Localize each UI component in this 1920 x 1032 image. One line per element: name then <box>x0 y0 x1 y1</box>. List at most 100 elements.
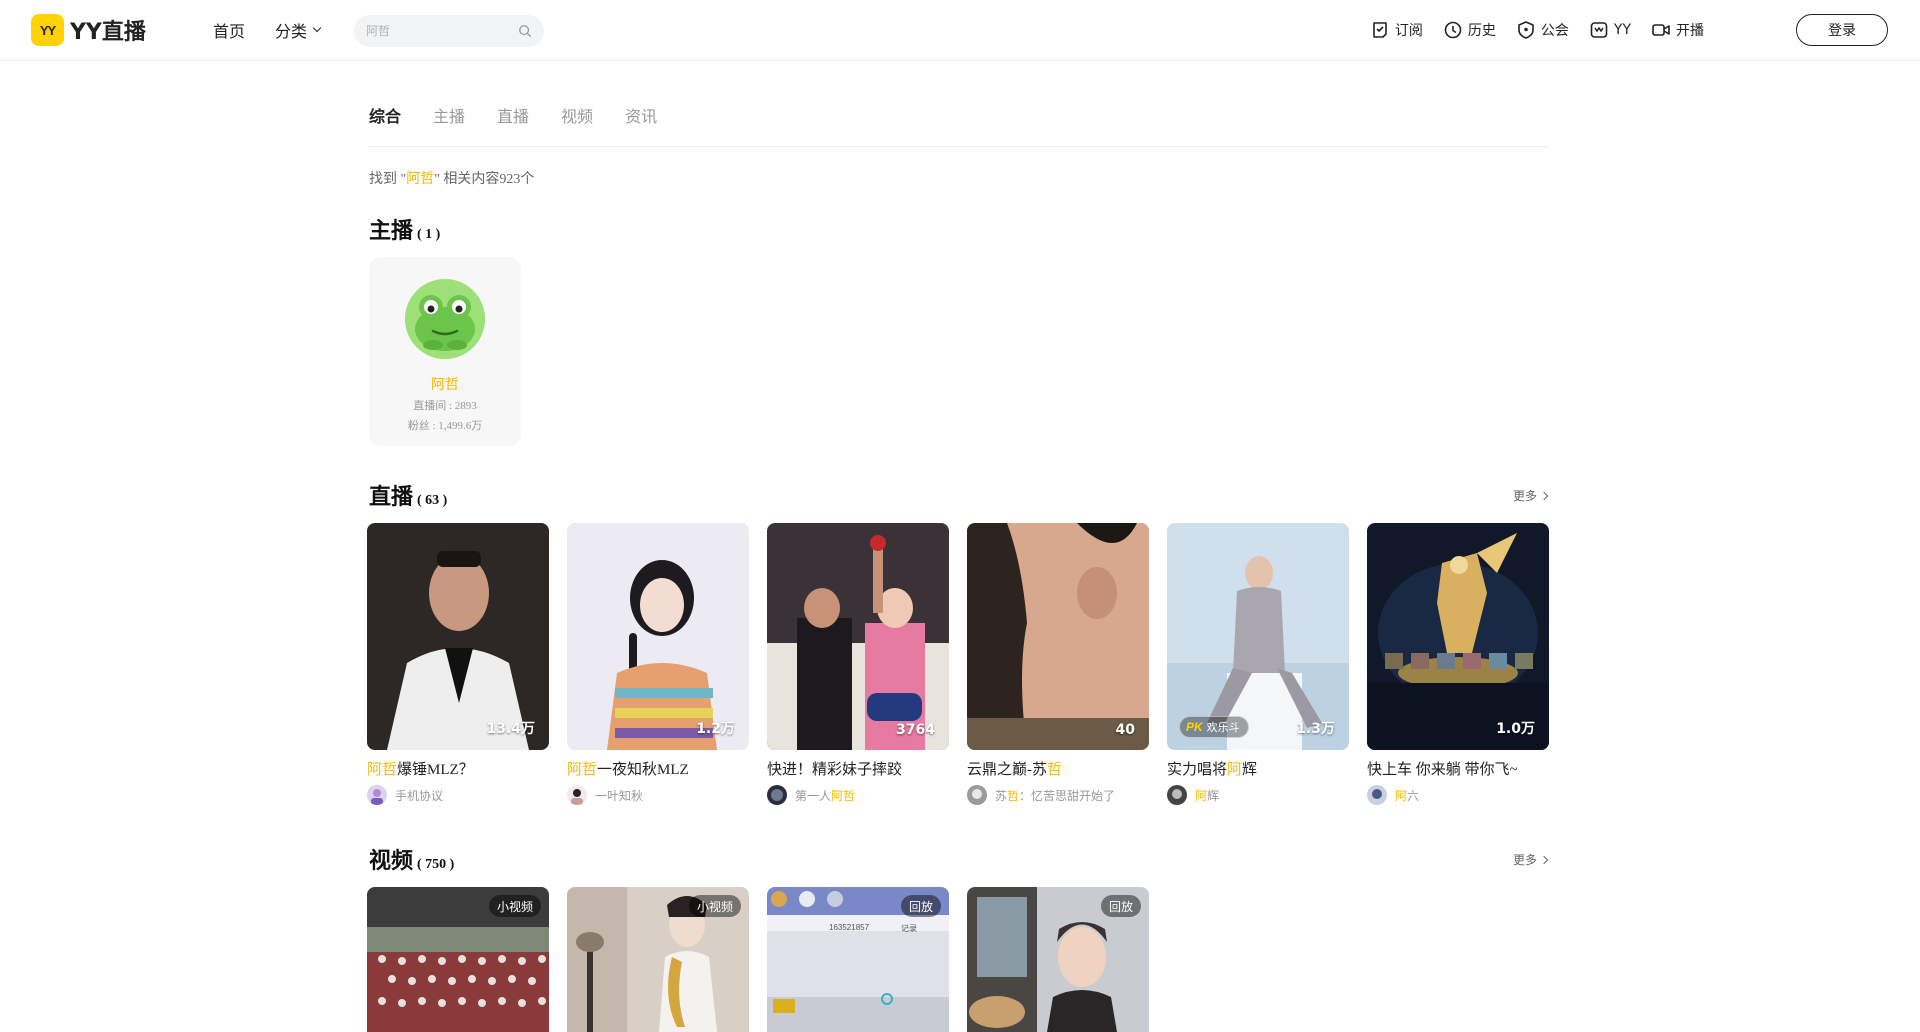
anchor-room: 直播间 : 2893 <box>413 400 477 412</box>
video-card[interactable]: 163521857 记录 回放 <box>767 887 949 1032</box>
chevron-down-icon <box>312 23 322 33</box>
live-card[interactable]: 40 云鼎之巅-苏哲 苏哲：忆苦思甜开始了 <box>967 523 1149 805</box>
camera-icon <box>1652 24 1670 36</box>
anchor-name-highlight: 哲 <box>1007 788 1020 803</box>
clock-icon <box>1444 21 1462 39</box>
live-card[interactable]: PK 欢乐斗 1.3万 实力唱将阿辉 阿辉 <box>1167 523 1349 805</box>
live-title: 快上车 你来躺 带你飞~ <box>1367 758 1549 779</box>
video-more-link[interactable]: 更多 <box>1512 851 1549 868</box>
history-link[interactable]: 历史 <box>1443 20 1496 40</box>
pk-badge: PK 欢乐斗 <box>1179 716 1249 738</box>
result-prefix: 找到 " <box>369 172 407 187</box>
anchor-name: 阿辉 <box>1195 787 1219 804</box>
shield-icon <box>1518 21 1534 39</box>
login-button[interactable]: 登录 <box>1796 14 1888 46</box>
live-anchor: 第一人阿哲 <box>767 785 949 805</box>
live-anchor: 阿六 <box>1367 785 1549 805</box>
live-thumbnail: 40 <box>967 523 1149 750</box>
anchor-card[interactable]: 阿哲 直播间 : 2893 粉丝 : 1,499.6万 <box>369 257 521 446</box>
anchor-name: 手机协议 <box>395 788 444 803</box>
anchors-count: ( 1 ) <box>417 227 441 242</box>
live-title-text: 直播 <box>369 485 414 510</box>
live-card[interactable]: 3764 快进！精彩妹子摔跤 第一人阿哲 <box>767 523 949 805</box>
nav-home[interactable]: 首页 <box>213 18 245 42</box>
tab-news[interactable]: 资讯 <box>625 103 657 127</box>
subscribe-link[interactable]: 订阅 <box>1370 20 1423 40</box>
avatar <box>567 785 587 805</box>
video-card[interactable]: 小视频 <box>367 887 549 1032</box>
yy-app-icon <box>1590 22 1608 38</box>
yy-label: YY <box>1613 22 1631 38</box>
live-more-link[interactable]: 更多 <box>1513 487 1549 504</box>
live-thumbnail: 3764 <box>767 523 949 750</box>
anchors-section-title: 主播( 1 ) <box>369 213 440 245</box>
live-thumbnail: PK 欢乐斗 1.3万 <box>1167 523 1349 750</box>
title-text: 辉 <box>1242 762 1258 778</box>
live-title: 阿哲爆锤MLZ？ <box>367 758 549 779</box>
title-text: 实力唱将 <box>1167 762 1228 778</box>
yy-logo[interactable]: YY YY直播 <box>31 14 146 46</box>
tab-videos[interactable]: 视频 <box>561 103 593 127</box>
tab-anchors[interactable]: 主播 <box>433 103 465 127</box>
avatar <box>767 785 787 805</box>
avatar <box>1367 785 1387 805</box>
live-anchor: 苏哲：忆苦思甜开始了 <box>967 785 1149 805</box>
video-tag: 小视频 <box>688 895 741 917</box>
anchor-name-text: 六 <box>1407 788 1420 803</box>
video-tag: 回放 <box>900 895 941 917</box>
video-overlay-note: 记录 <box>901 924 917 933</box>
live-card[interactable]: 13.4万 阿哲爆锤MLZ？ 手机协议 <box>367 523 549 805</box>
live-title: 实力唱将阿辉 <box>1167 758 1349 779</box>
anchor-name-text: 苏 <box>995 788 1008 803</box>
title-text: 快上车 你来躺 带你飞~ <box>1367 762 1518 778</box>
result-summary: 找到 "阿哲" 相关内容923个 <box>369 168 534 188</box>
anchor-name-highlight: 阿 <box>1395 788 1408 803</box>
anchor-name-highlight: 阿哲 <box>831 788 856 803</box>
chevron-right-icon <box>1539 491 1549 500</box>
live-count: ( 63 ) <box>417 493 448 508</box>
tab-live[interactable]: 直播 <box>497 103 529 127</box>
title-text: 快进！精彩妹子摔跤 <box>767 762 903 778</box>
title-highlight: 阿哲 <box>367 762 398 778</box>
video-overlay-id: 163521857 <box>829 923 870 932</box>
top-header: YY YY直播 首页 分类 订阅 历史 公会 YY <box>0 0 1920 61</box>
tab-all[interactable]: 综合 <box>369 103 401 127</box>
result-keyword: 阿哲 <box>406 172 435 187</box>
video-card[interactable]: 回放 <box>967 887 1149 1032</box>
guild-label: 公会 <box>1540 23 1569 39</box>
anchor-fans: 粉丝 : 1,499.6万 <box>407 420 483 432</box>
video-card[interactable]: 小视频 <box>567 887 749 1032</box>
live-card[interactable]: 1.0万 快上车 你来躺 带你飞~ 阿六 <box>1367 523 1549 805</box>
live-thumbnail: 13.4万 <box>367 523 549 750</box>
live-anchor: 阿辉 <box>1167 785 1349 805</box>
title-text: 一夜知秋MLZ <box>597 762 689 778</box>
guild-link[interactable]: 公会 <box>1516 20 1569 40</box>
broadcast-link[interactable]: 开播 <box>1651 20 1704 40</box>
history-label: 历史 <box>1467 23 1496 39</box>
logo-text: YY直播 <box>70 20 146 45</box>
anchor-name-text: 辉 <box>1207 788 1220 803</box>
live-thumbnail: 1.0万 <box>1367 523 1549 750</box>
subscribe-icon <box>1373 22 1387 38</box>
nav-category[interactable]: 分类 <box>275 18 322 42</box>
tabs-divider <box>369 146 1549 147</box>
live-card[interactable]: 1.2万 阿哲一夜知秋MLZ 一叶知秋 <box>567 523 749 805</box>
viewer-count: 1.3万 <box>1296 721 1335 737</box>
anchor-name: 苏哲：忆苦思甜开始了 <box>995 787 1115 804</box>
search-icon[interactable] <box>518 24 532 38</box>
anchor-name: 阿哲 <box>431 378 459 393</box>
search-tabs: 综合 主播 直播 视频 资讯 <box>369 103 657 127</box>
search-input[interactable] <box>366 22 506 40</box>
yy-link[interactable]: YY <box>1589 20 1631 40</box>
pk-icon: PK <box>1186 720 1203 734</box>
video-more-label: 更多 <box>1512 853 1537 867</box>
right-nav: 订阅 历史 公会 YY 开播 <box>1370 20 1704 40</box>
chevron-right-icon <box>1539 855 1549 864</box>
video-title-text: 视频 <box>369 849 414 874</box>
live-title: 快进！精彩妹子摔跤 <box>767 758 949 779</box>
anchor-name: 第一人阿哲 <box>795 787 855 804</box>
video-tag: 小视频 <box>488 895 541 917</box>
live-title: 云鼎之巅-苏哲 <box>967 758 1149 779</box>
anchor-name-text: 第一人 <box>795 788 832 803</box>
main-nav: 首页 分类 <box>213 18 322 42</box>
